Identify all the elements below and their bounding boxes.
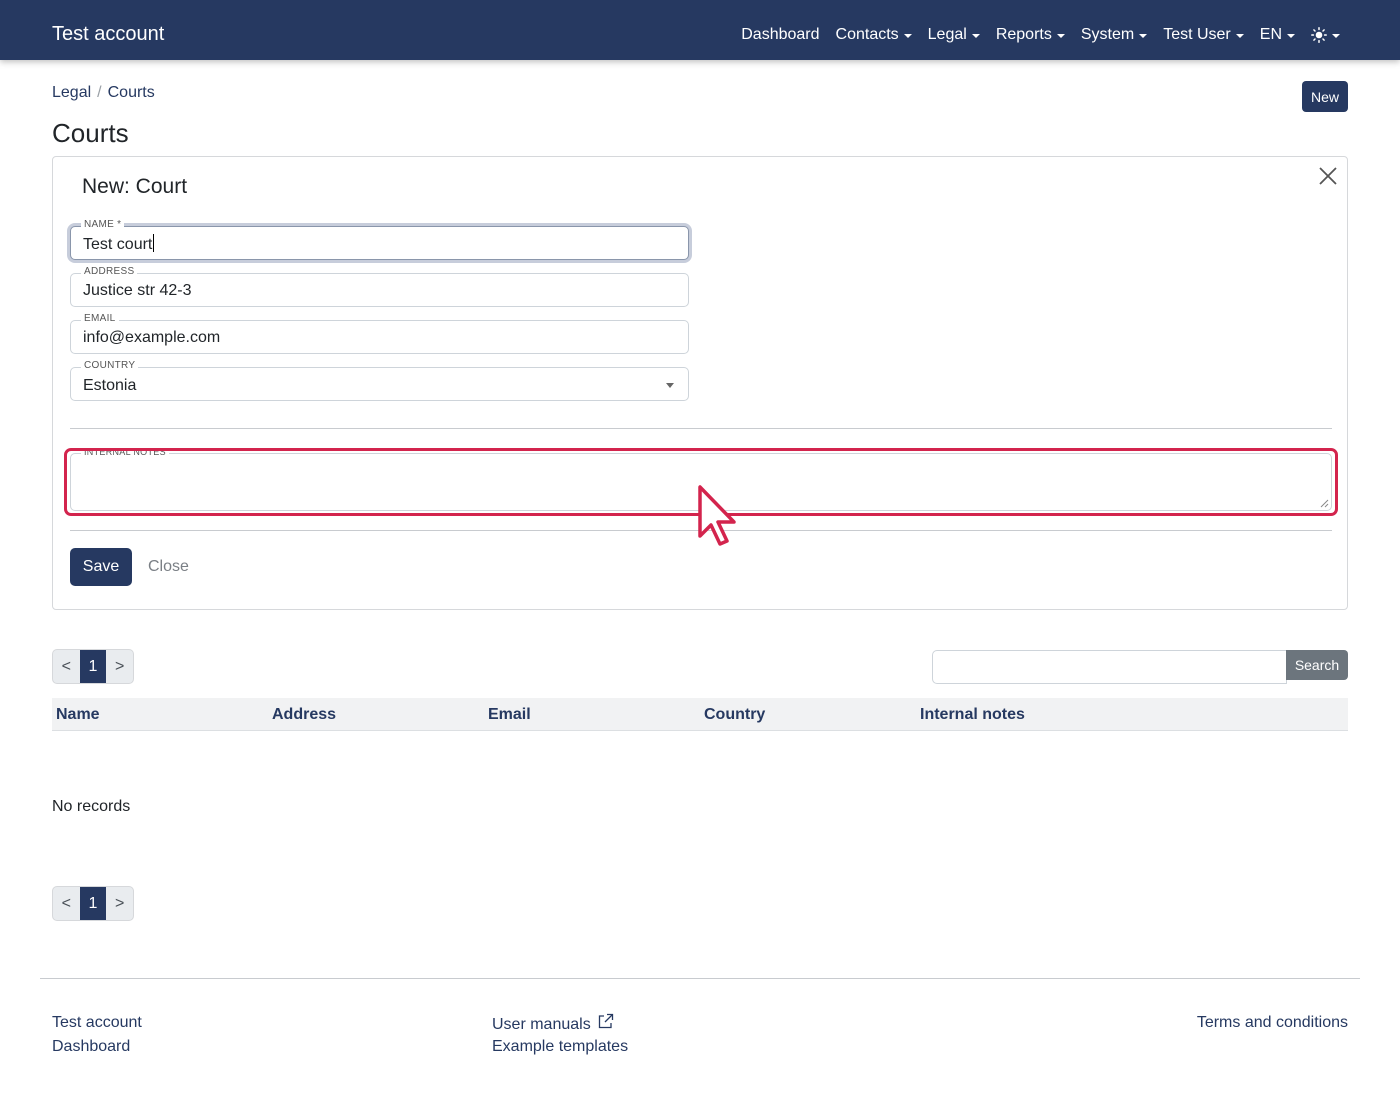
- caret-down-icon: [971, 33, 980, 38]
- footer-link-test-account[interactable]: Test account: [52, 1013, 142, 1033]
- caret-down-icon: [1056, 33, 1065, 38]
- caret-down-icon: [1139, 33, 1148, 38]
- table-header: Name Address Email Country Internal note…: [52, 698, 1348, 731]
- footer-link-terms[interactable]: Terms and conditions: [1197, 1013, 1348, 1033]
- close-button[interactable]: Close: [148, 557, 189, 577]
- nav-user-dropdown[interactable]: Test User: [1163, 26, 1244, 44]
- caret-down-icon: [903, 33, 912, 38]
- pagination-page-current[interactable]: 1: [79, 887, 107, 920]
- no-records-message: No records: [52, 798, 131, 815]
- breadcrumb: Legal / Courts: [52, 83, 155, 103]
- email-field-label: EMAIL: [81, 312, 119, 326]
- nav-theme-dropdown[interactable]: [1311, 27, 1340, 43]
- footer-link-dashboard[interactable]: Dashboard: [52, 1037, 130, 1057]
- footer-link-example-templates[interactable]: Example templates: [492, 1037, 628, 1057]
- address-field-value: Justice str 42-3: [83, 282, 192, 299]
- nav-system-label: System: [1080, 26, 1135, 43]
- footer-link-user-manuals-label: User manuals: [492, 1016, 591, 1033]
- nav-contacts-dropdown[interactable]: Contacts: [836, 26, 912, 44]
- new-button[interactable]: New: [1302, 81, 1348, 112]
- search-input[interactable]: [932, 650, 1287, 684]
- pagination-page-current[interactable]: 1: [79, 650, 107, 683]
- pagination-prev[interactable]: <: [53, 887, 80, 920]
- column-header-internal-notes[interactable]: Internal notes: [920, 705, 1025, 725]
- email-field[interactable]: EMAIL info@example.com: [70, 312, 689, 354]
- pagination-top: < 1 >: [52, 649, 134, 684]
- country-select-label: COUNTRY: [81, 359, 139, 373]
- text-cursor: [153, 234, 155, 252]
- breadcrumb-legal[interactable]: Legal: [52, 83, 91, 103]
- email-field-value: info@example.com: [83, 329, 221, 346]
- nav-contacts-label: Contacts: [835, 26, 899, 43]
- form-title: New: Court: [82, 175, 188, 198]
- caret-down-icon: [1332, 33, 1340, 38]
- brand-link[interactable]: Test account: [52, 22, 164, 46]
- top-navbar: Test account Dashboard Contacts Legal Re…: [0, 0, 1400, 60]
- column-header-country[interactable]: Country: [704, 705, 765, 725]
- caret-down-icon: [1235, 33, 1244, 38]
- footer-link-user-manuals[interactable]: User manuals: [492, 1013, 614, 1035]
- nav-system-dropdown[interactable]: System: [1080, 26, 1148, 44]
- name-field-text: Test court: [83, 236, 153, 253]
- country-select[interactable]: COUNTRY Estonia: [70, 359, 689, 401]
- divider: [70, 428, 1332, 429]
- address-field[interactable]: ADDRESS Justice str 42-3: [70, 265, 689, 307]
- caret-down-icon: [1287, 33, 1295, 38]
- nav-reports-label: Reports: [995, 26, 1052, 43]
- pagination-bottom: < 1 >: [52, 886, 134, 921]
- close-icon[interactable]: [1317, 165, 1339, 187]
- nav-language-label: EN: [1259, 26, 1282, 43]
- breadcrumb-courts[interactable]: Courts: [108, 83, 155, 103]
- footer-divider: [40, 978, 1360, 979]
- nav-dashboard[interactable]: Dashboard: [741, 26, 819, 44]
- pagination-next[interactable]: >: [106, 650, 133, 683]
- chevron-down-icon: [666, 383, 674, 388]
- name-field-label: NAME *: [81, 218, 125, 232]
- column-header-address[interactable]: Address: [272, 705, 336, 725]
- sun-icon: [1311, 27, 1327, 43]
- nav-reports-dropdown[interactable]: Reports: [996, 26, 1065, 44]
- nav-legal-label: Legal: [927, 26, 967, 43]
- column-header-email[interactable]: Email: [488, 705, 531, 725]
- pagination-prev[interactable]: <: [53, 650, 80, 683]
- external-link-icon: [599, 1013, 614, 1029]
- nav-language-dropdown[interactable]: EN: [1260, 26, 1295, 44]
- mouse-pointer-icon: [698, 485, 736, 546]
- breadcrumb-separator: /: [97, 84, 102, 101]
- pagination-next[interactable]: >: [106, 887, 133, 920]
- country-select-value: Estonia: [83, 377, 137, 394]
- search-button[interactable]: Search: [1286, 650, 1348, 680]
- save-button[interactable]: Save: [70, 548, 132, 586]
- page-title: Courts: [52, 118, 129, 148]
- column-header-name[interactable]: Name: [56, 705, 100, 725]
- nav-menu: Dashboard Contacts Legal Reports System …: [741, 24, 1340, 46]
- nav-legal-dropdown[interactable]: Legal: [928, 26, 980, 44]
- nav-dashboard-label: Dashboard: [741, 26, 820, 43]
- nav-user-label: Test User: [1163, 26, 1231, 43]
- name-field-value: Test court: [83, 234, 155, 255]
- name-field[interactable]: NAME * Test court: [70, 218, 689, 260]
- address-field-label: ADDRESS: [81, 265, 138, 279]
